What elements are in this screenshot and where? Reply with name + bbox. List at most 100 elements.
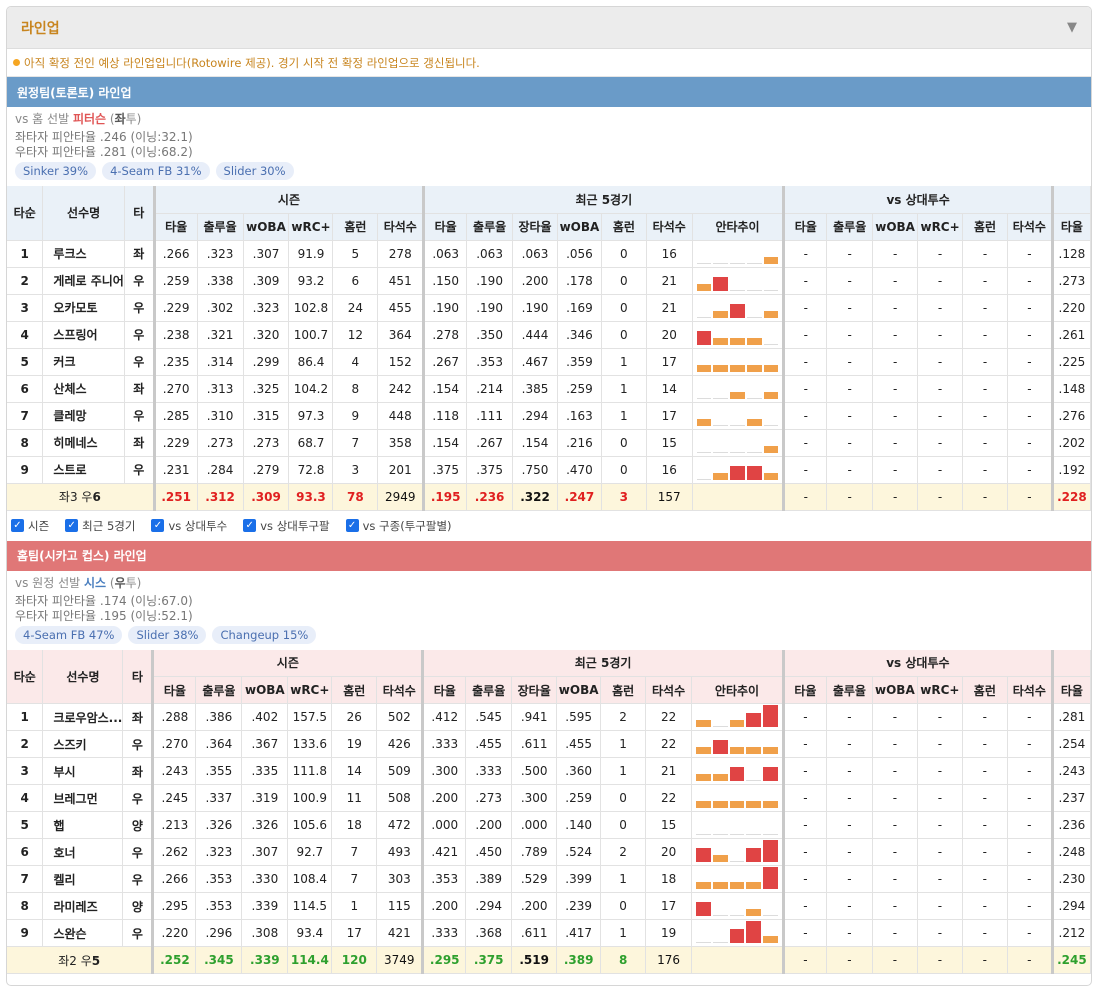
total-row: 좌2 우5.252.345.339 114.4 120 3749.295.375.51… (7, 946, 1091, 974)
season-stat: .313 (197, 375, 244, 403)
vs-stat: - (872, 838, 918, 866)
player-name[interactable]: 크로우암스... (42, 703, 124, 731)
recent-stat: 22 (645, 730, 693, 758)
vs-stat: - (1007, 348, 1054, 376)
season-stat: .231 (154, 456, 198, 484)
trend-bar (746, 397, 762, 399)
vs-stat: - (872, 321, 919, 349)
table-row[interactable]: 2 스즈키 우 .270.364.367 133.6 19 426.333.455.611.… (7, 730, 1091, 758)
season-stat: .229 (154, 294, 198, 322)
table-row[interactable]: 9 스트로 우 .231.284.279 72.8 3 201.375.375.750.47… (7, 456, 1091, 484)
filter-checkbox[interactable]: ✓ 최근 5경기 (65, 518, 135, 534)
table-row[interactable]: 1 크로우암스... 좌 .288.386.402 157.5 26 502.412.545… (7, 703, 1091, 731)
player-name[interactable]: 브레그먼 (42, 784, 124, 812)
vs-stat: - (917, 321, 964, 349)
checkbox-checked-icon[interactable]: ✓ (11, 519, 24, 532)
recent-stat: .333 (465, 757, 513, 785)
hit-trend-bars (696, 867, 778, 889)
filter-checkbox[interactable]: ✓ 시즌 (11, 518, 49, 534)
total-extra-stat: .228 (1052, 483, 1091, 511)
bat-hand: 좌 (124, 240, 156, 268)
vs-stat: - (872, 267, 919, 295)
player-name[interactable]: 스즈키 (42, 730, 124, 758)
total-recent-stat: .322 (512, 483, 558, 511)
player-name[interactable]: 루크스 (42, 240, 125, 268)
vs-stat: - (783, 811, 827, 839)
recent-stat: .455 (465, 730, 513, 758)
triangle-down-icon[interactable]: ▼ (1067, 20, 1077, 35)
season-stat: .279 (243, 456, 290, 484)
away-pitcher-name[interactable]: 피터슨 (73, 112, 106, 126)
vs-stat: - (917, 757, 963, 785)
filter-checkbox[interactable]: ✓ vs 상대투수 (151, 518, 227, 534)
bat-hand: 우 (124, 348, 156, 376)
table-row[interactable]: 4 스프링어 우 .238.321.320 100.7 12 364.278.350.444… (7, 321, 1091, 349)
vs-stat: - (1007, 838, 1054, 866)
table-row[interactable]: 3 오카모토 우 .229.302.323 102.8 24 455.190.190.190… (7, 294, 1091, 322)
checkbox-checked-icon[interactable]: ✓ (243, 519, 257, 532)
table-row[interactable]: 5 햅 양 .213.326.326 105.6 18 472.000.200.000.14… (7, 811, 1091, 839)
player-name[interactable]: 부시 (42, 757, 124, 785)
recent-stat: .300 (511, 784, 558, 812)
panel-header[interactable]: 라인업 ▼ (7, 7, 1091, 49)
season-col-header: 타율 (154, 213, 198, 241)
table-row[interactable]: 6 산체스 좌 .270.313.325 104.2 8 242.154.214.385.2… (7, 375, 1091, 403)
bat-hand: 우 (124, 294, 156, 322)
player-name[interactable]: 햅 (42, 811, 124, 839)
home-pitcher-name[interactable]: 시스 (84, 576, 106, 590)
trend-bar (746, 882, 762, 889)
vs-col-header: 타석수 (1007, 676, 1054, 704)
vs-col-header: 출루율 (826, 213, 874, 241)
batting-order: 6 (7, 838, 44, 866)
player-name[interactable]: 게레로 주니어 (42, 267, 125, 295)
total-recent-stat: 8 (600, 946, 647, 974)
table-row[interactable]: 9 스완슨 우 .220.296.308 93.4 17 421.333.368.611.4… (7, 919, 1091, 947)
total-vs-stat: - (783, 483, 828, 511)
bat-hand: 우 (122, 784, 155, 812)
table-row[interactable]: 3 부시 좌 .243.355.335 111.8 14 509.300.333.500.3… (7, 757, 1091, 785)
vs-col-header: 타율 (783, 213, 828, 241)
table-row[interactable]: 8 라미레즈 양 .295.353.339 114.5 1 115.200.294.200.… (7, 892, 1091, 920)
table-row[interactable]: 2 게레로 주니어 우 .259.338.309 93.2 6 451.150.190.20… (7, 267, 1091, 295)
recent-stat: .529 (511, 865, 558, 893)
trend-bar (696, 283, 712, 291)
trend-bar (713, 397, 729, 399)
season-stat: .353 (195, 865, 243, 893)
total-season-stat: 120 (331, 946, 378, 974)
player-name[interactable]: 호너 (42, 838, 124, 866)
filter-checkbox[interactable]: ✓ vs 구종(투구팔별) (345, 518, 452, 534)
player-name[interactable]: 스프링어 (42, 321, 125, 349)
season-stat: 157.5 (287, 703, 333, 731)
player-name[interactable]: 커크 (42, 348, 125, 376)
vs-stat: - (872, 865, 918, 893)
player-name[interactable]: 산체스 (42, 375, 125, 403)
table-row[interactable]: 7 클레망 우 .285.310.315 97.3 9 448.118.111.294.16… (7, 402, 1091, 430)
player-name[interactable]: 스트로 (42, 456, 125, 484)
table-row[interactable]: 6 호너 우 .262.323.307 92.7 7 493.421.450.789.524… (7, 838, 1091, 866)
checkbox-checked-icon[interactable]: ✓ (65, 519, 79, 532)
vs-col-header: wOBA (872, 213, 919, 241)
table-row[interactable]: 4 브레그먼 우 .245.337.319 100.9 11 508.200.273.300… (7, 784, 1091, 812)
season-stat: 364 (377, 321, 426, 349)
home-pitcher-info: vs 원정 선발 시스 (우투) 좌타자 피안타율 .174 (이닝:67.0) 우… (7, 571, 1091, 650)
table-row[interactable]: 7 켈리 우 .266.353.330 108.4 7 303.353.389.529.39… (7, 865, 1091, 893)
player-name[interactable]: 클레망 (42, 402, 125, 430)
vs-stat: - (826, 321, 874, 349)
recent-col-header: 안타추이 (692, 213, 786, 241)
player-name[interactable]: 켈리 (42, 865, 124, 893)
player-name[interactable]: 라미레즈 (42, 892, 124, 920)
table-row[interactable]: 1 루크스 좌 .266.323.307 91.9 5 278.063.063.063.05… (7, 240, 1091, 268)
table-row[interactable]: 8 히메네스 좌 .229.273.273 68.7 7 358.154.267.154.2… (7, 429, 1091, 457)
checkbox-checked-icon[interactable]: ✓ (151, 519, 165, 532)
player-name[interactable]: 히메네스 (42, 429, 125, 457)
vs-stat: - (917, 919, 963, 947)
group-season-header: 시즌 (154, 186, 426, 214)
table-row[interactable]: 5 커크 우 .235.314.299 86.4 4 152.267.353.467.359… (7, 348, 1091, 376)
checkbox-checked-icon[interactable]: ✓ (345, 519, 359, 532)
vs-stat: - (1007, 402, 1054, 430)
player-name[interactable]: 오카모토 (42, 294, 125, 322)
player-name[interactable]: 스완슨 (42, 919, 124, 947)
filter-checkbox[interactable]: ✓ vs 상대투구팔 (243, 518, 330, 534)
recent-stat: 15 (646, 429, 693, 457)
pitch-pill: 4-Seam FB 47% (15, 625, 123, 644)
